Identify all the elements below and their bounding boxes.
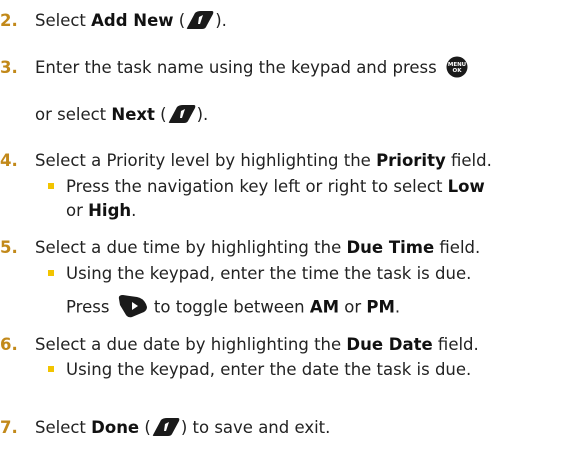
paren-open: ( [139, 418, 151, 437]
step-text: Select [35, 418, 92, 437]
bullet-marker [48, 182, 54, 189]
menu-icon-label-bottom: OK [453, 68, 463, 74]
bullet-text-end: . [394, 297, 401, 317]
bullet-text: or [66, 201, 89, 220]
instructions-document: 2. Select Add New ( ). 3. Enter the task… [0, 0, 564, 457]
paren-open: ( [154, 105, 167, 124]
step-text: Select a due time by highlighting the [35, 238, 347, 257]
step-bold-term: Priority [376, 151, 446, 170]
bullet-text: Using the keypad, enter the date the tas… [66, 360, 472, 379]
step-text-end: field. [434, 238, 481, 257]
right-softkey-icon [167, 104, 197, 124]
right-softkey-icon [185, 10, 215, 30]
bullet-bold-term: High [88, 201, 132, 220]
step-text: or select [35, 105, 112, 124]
step-bold-term: Next [111, 105, 155, 124]
step-number: 2. [0, 11, 18, 30]
bullet-text: Press the navigation key left or right t… [66, 177, 448, 196]
step-number: 7. [0, 418, 18, 437]
paren-close: ). [215, 11, 227, 30]
bullet-text: or [339, 297, 367, 317]
bullet-bold-term: Low [447, 177, 485, 196]
step-bold-term: Add New [91, 11, 174, 30]
step-bold-term: Due Date [346, 335, 433, 354]
paren-close: ). [196, 105, 209, 124]
step-text: Select a due date by highlighting the [35, 335, 347, 354]
bullet-text: to toggle between [148, 297, 310, 317]
step-bold-term: Due Time [346, 238, 435, 257]
step-number: 3. [0, 58, 18, 77]
bullet-text-end: . [131, 201, 137, 220]
step-text: Select a Priority level by highlighting … [35, 151, 377, 170]
step-text: Select [35, 11, 92, 30]
menu-ok-key-icon: MENU OK [446, 56, 468, 78]
step-number: 5. [0, 238, 18, 257]
bullet-marker [48, 365, 54, 372]
navigation-key-icon [115, 293, 149, 319]
step-number: 6. [0, 335, 18, 354]
right-softkey-icon [151, 417, 181, 437]
bullet-marker [48, 269, 54, 276]
step-text: Enter the task name using the keypad and… [35, 58, 437, 77]
step-bold-term: Done [91, 418, 140, 437]
step-number: 4. [0, 151, 18, 170]
paren-open: ( [173, 11, 186, 30]
step-text-end: field. [445, 151, 492, 170]
bullet-bold-term: PM [366, 297, 395, 317]
bullet-bold-term: AM [309, 297, 340, 317]
bullet-text: Using the keypad, enter the time the tas… [66, 264, 472, 283]
step-text-end: field. [432, 335, 479, 354]
bullet-text: Press [66, 297, 115, 317]
paren-close: ) to save and exit. [180, 418, 331, 437]
